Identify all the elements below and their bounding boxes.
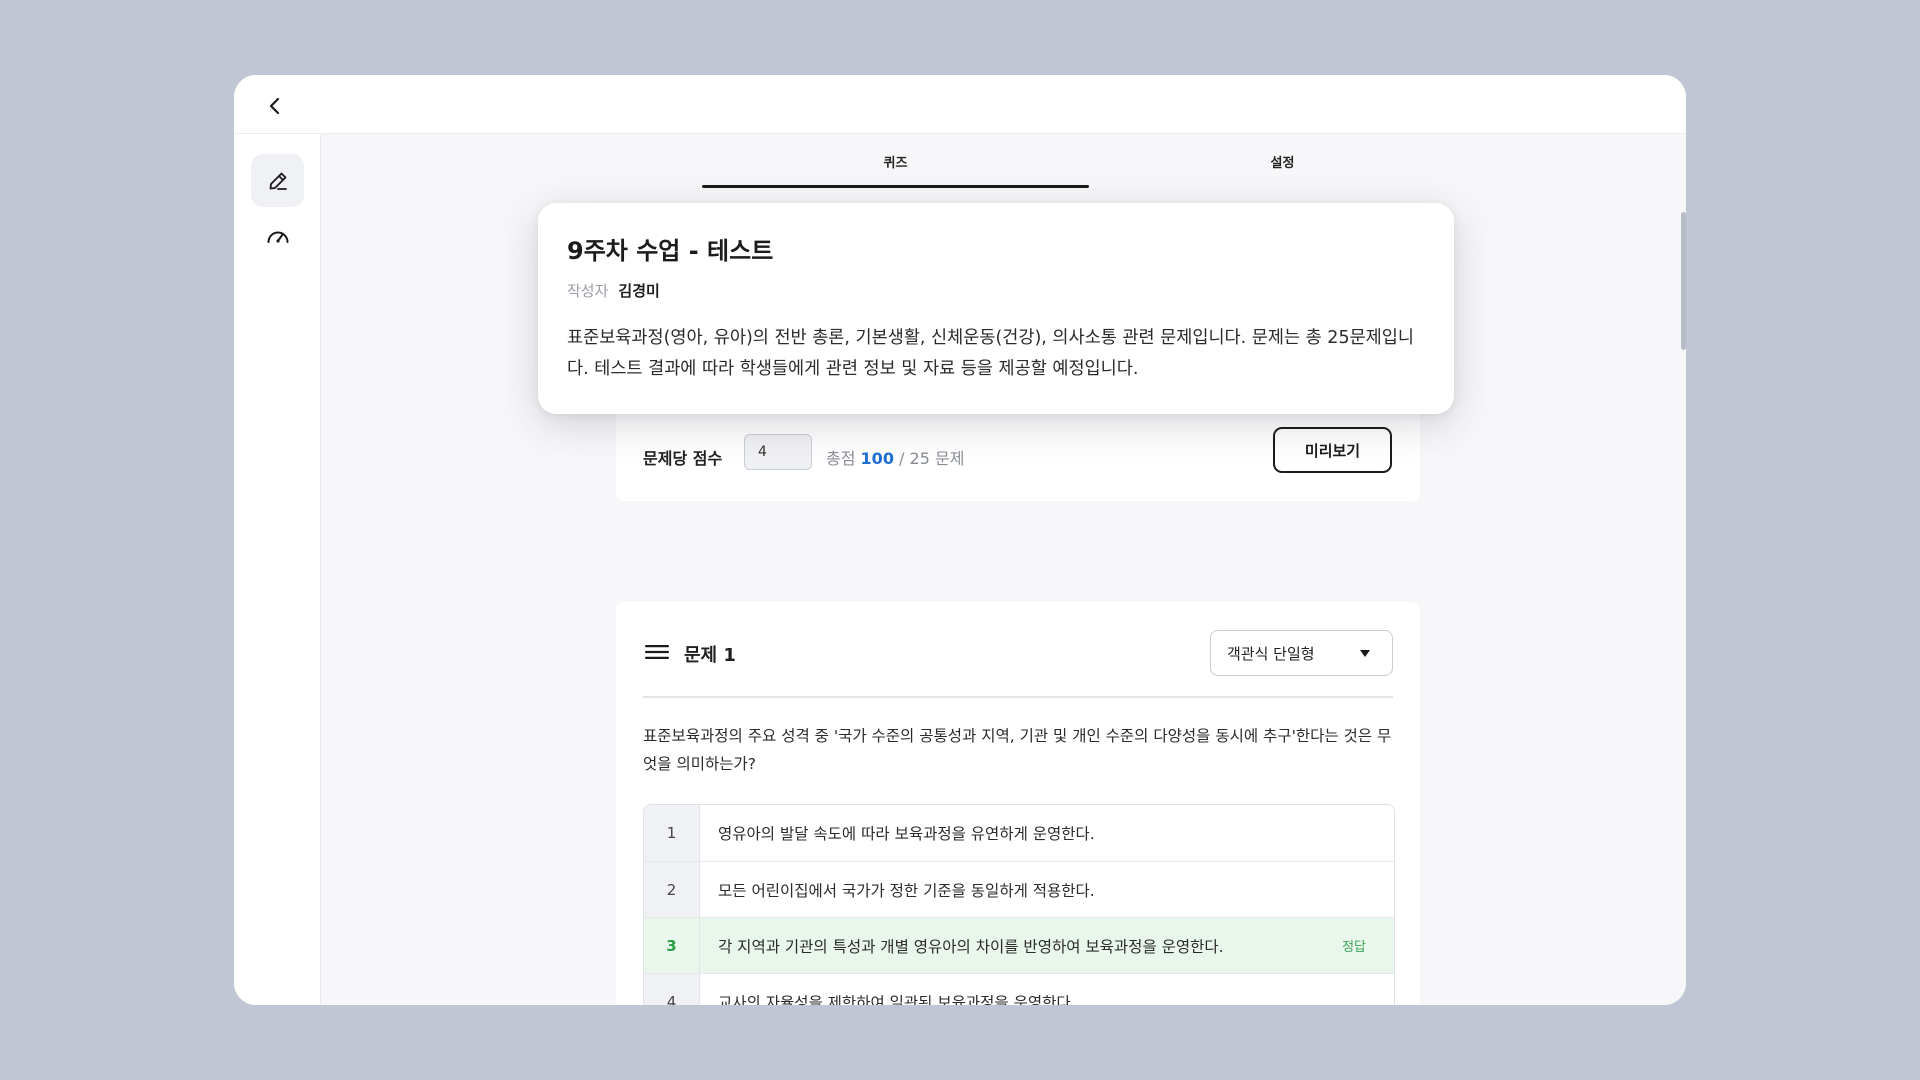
option-number: 1 (644, 805, 700, 861)
option-text: 각 지역과 기관의 특성과 개별 영유아의 차이를 반영하여 보육과정을 운영한… (718, 937, 1224, 956)
menu-lines-icon (645, 645, 669, 659)
back-button[interactable] (258, 89, 292, 123)
tab-settings[interactable]: 설정 (1089, 134, 1476, 188)
author-name: 김경미 (618, 282, 660, 300)
option-number: 3 (644, 918, 700, 973)
option-row[interactable]: 2 모든 어린이집에서 국가가 정한 기준을 동일하게 적용한다. (644, 861, 1394, 917)
score-per-question-input[interactable] (744, 434, 812, 470)
chevron-left-icon (269, 97, 280, 115)
divider (643, 696, 1393, 698)
option-text: 교사의 자율성을 제한하여 일관된 보육과정을 운영한다. (718, 993, 1076, 1006)
score-total-text: 총점 100 / 25 문제 (826, 445, 964, 469)
option-row-correct[interactable]: 3 각 지역과 기관의 특성과 개별 영유아의 차이를 반영하여 보육과정을 운… (644, 917, 1394, 973)
option-row[interactable]: 4 교사의 자율성을 제한하여 일관된 보육과정을 운영한다. (644, 973, 1394, 1005)
options-list: 1 영유아의 발달 속도에 따라 보육과정을 유연하게 운영한다. 2 모든 어… (643, 804, 1395, 1005)
author-label: 작성자 (567, 282, 609, 300)
gauge-icon (267, 231, 288, 243)
preview-button[interactable]: 미리보기 (1273, 427, 1392, 473)
question-type-value: 객관식 단일형 (1227, 644, 1315, 663)
top-bar (234, 75, 1686, 134)
question-type-select[interactable]: 객관식 단일형 (1210, 630, 1393, 676)
option-number: 4 (644, 974, 700, 1005)
drag-handle[interactable] (645, 644, 669, 664)
question-card: 문제 1 객관식 단일형 표준보육과정의 주요 성격 중 '국가 수준의 공통성… (616, 602, 1420, 1005)
sidebar-item-edit[interactable] (251, 154, 304, 207)
sidebar-item-dashboard[interactable] (251, 210, 304, 263)
option-number: 2 (644, 862, 700, 917)
sidebar (234, 134, 321, 1005)
tab-quiz[interactable]: 퀴즈 (702, 134, 1089, 188)
quiz-info-popup: 9주차 수업 - 테스트 작성자 김경미 표준보육과정(영아, 유아)의 전반 총… (538, 203, 1454, 414)
quiz-author: 작성자 김경미 (567, 280, 660, 301)
score-per-question-label: 문제당 점수 (643, 449, 723, 468)
total-prefix: 총점 (826, 449, 856, 468)
correct-answer-badge: 정답 (1342, 940, 1366, 955)
option-text: 모든 어린이집에서 국가가 정한 기준을 동일하게 적용한다. (718, 881, 1095, 900)
total-score-value: 100 (860, 449, 894, 468)
question-title: 문제 1 (684, 645, 736, 666)
edit-pencil-icon (269, 172, 287, 190)
tab-bar: 퀴즈 설정 (702, 134, 1476, 188)
option-text: 영유아의 발달 속도에 따라 보육과정을 유연하게 운영한다. (718, 825, 1095, 843)
quiz-title: 9주차 수업 - 테스트 (567, 237, 774, 265)
caret-down-icon (1360, 650, 1370, 657)
score-card: 문제당 점수 총점 100 / 25 문제 미리보기 (616, 407, 1420, 501)
question-count: / 25 문제 (899, 449, 965, 468)
option-row[interactable]: 1 영유아의 발달 속도에 따라 보육과정을 유연하게 운영한다. (644, 805, 1394, 861)
question-text: 표준보육과정의 주요 성격 중 '국가 수준의 공통성과 지역, 기관 및 개인… (643, 727, 1392, 773)
vertical-scrollbar[interactable] (1681, 212, 1686, 350)
quiz-description: 표준보육과정(영아, 유아)의 전반 총론, 기본생활, 신체운동(건강), 의… (567, 328, 1414, 379)
